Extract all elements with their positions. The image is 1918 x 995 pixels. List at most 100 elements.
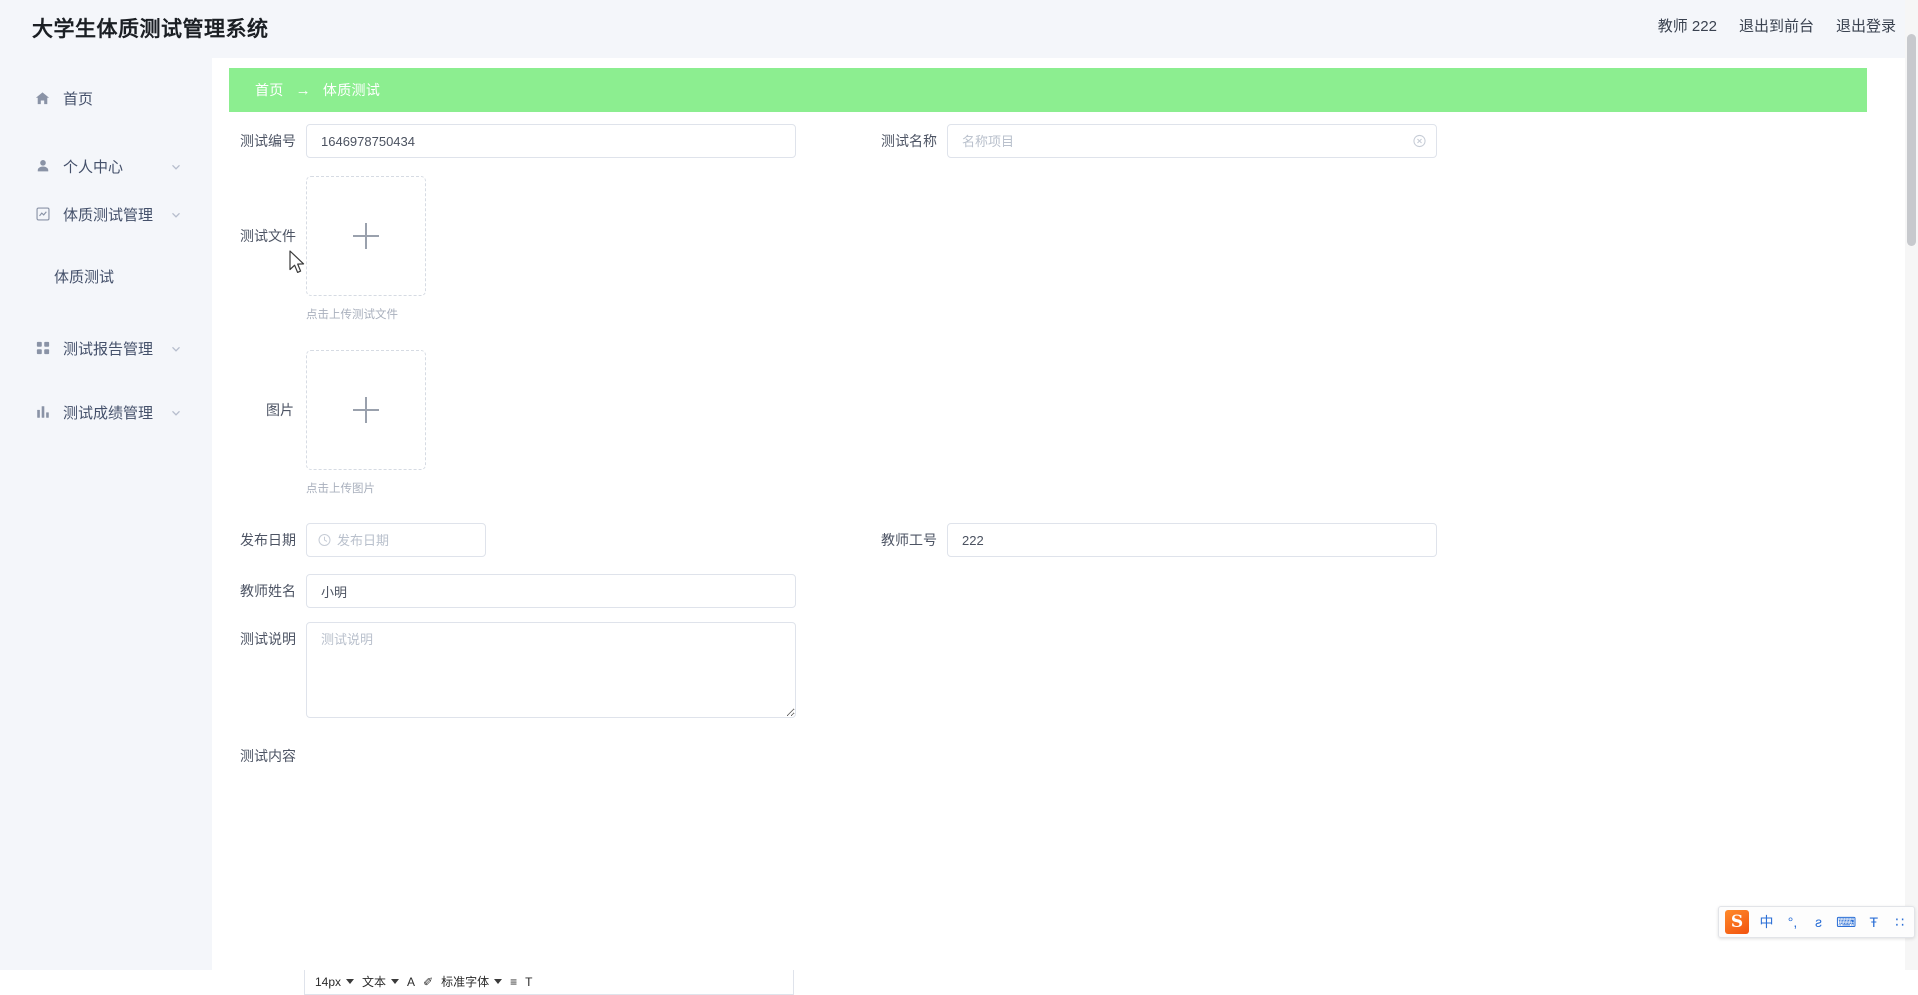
test-no-field-wrap [306,124,796,158]
publish-date-label: 发布日期 [240,523,306,557]
test-name-field-wrap [947,124,1437,158]
chevron-down-icon[interactable] [391,979,399,984]
clear-circle-icon[interactable] [1413,135,1426,148]
font-color-icon-label: A [407,975,415,989]
top-header-bar [0,0,1918,58]
home-icon [34,90,51,107]
logout-link[interactable]: 退出登录 [1836,15,1896,36]
form-row-test-no: 测试编号 [240,124,796,158]
breadcrumb: 首页 → 体质测试 [229,68,1867,112]
exit-to-frontend-link[interactable]: 退出到前台 [1739,15,1814,36]
clock-icon [318,534,331,547]
sogou-ime-toolbar: S 中 °, ƨ ⌨ Ŧ ∷ [1718,906,1915,938]
sogou-logo-icon[interactable]: S [1725,910,1749,934]
clear-format-icon[interactable]: T [525,975,532,989]
teacher-name-label: 教师姓名 [240,574,306,608]
scrollbar-thumb[interactable] [1907,34,1916,246]
page-scrollbar[interactable] [1905,0,1918,970]
test-file-upload-box[interactable] [306,176,426,296]
align-icon-label: ≡ [510,975,517,989]
test-name-input[interactable] [947,124,1437,158]
test-no-label: 测试编号 [240,124,306,158]
header-actions: 教师 222 退出到前台 退出登录 [1658,15,1896,36]
sidebar-item-test-score-mgmt-label: 测试成绩管理 [63,402,212,423]
sidebar-item-fitness-test-mgmt-label: 体质测试管理 [63,204,212,225]
editor-toolbar-row2: 14px 文本 A ✐ 标准字体 ≡ T [305,970,793,994]
chevron-down-icon[interactable] [170,160,182,172]
sidebar-subitem-fitness-test-label: 体质测试 [54,266,114,287]
plus-icon [353,223,379,249]
font-family-select[interactable]: 标准字体 [441,973,502,990]
main-content-area: 首页 → 体质测试 测试编号 测试名称 测试文件 点击上传测试文件 图片 [212,58,1918,970]
sidebar-nav: 首页 个人中心 体质测试管理 体质测试 测试报告管理 [0,58,212,970]
teacher-no-label: 教师工号 [881,523,947,557]
form-row-teacher-name: 教师姓名 [240,574,796,608]
sidebar-item-personal-center[interactable]: 个人中心 [0,142,212,190]
breadcrumb-separator-icon: → [296,82,311,99]
app-brand-title: 大学生体质测试管理系统 [32,13,269,43]
user-icon [34,158,51,175]
ime-skin-icon[interactable]: Ŧ [1865,911,1882,933]
font-size-select-label: 14px [315,975,341,989]
plus-icon [353,397,379,423]
form-row-test-content: 测试内容 [240,739,306,773]
ime-chinese-mode[interactable]: 中 [1758,911,1775,933]
test-name-label: 测试名称 [881,124,947,158]
highlight-icon-label: ✐ [423,975,433,989]
chevron-down-icon[interactable] [170,342,182,354]
bar-chart-icon [34,404,51,421]
test-content-label: 测试内容 [240,739,306,773]
teacher-no-field-wrap [947,523,1437,557]
form-row-test-file: 测试文件 点击上传测试文件 [240,176,426,322]
sidebar-item-test-report-mgmt[interactable]: 测试报告管理 [0,324,212,372]
publish-date-field-wrap [306,523,486,557]
publish-date-input[interactable] [306,523,486,557]
test-file-upload-col: 点击上传测试文件 [306,176,426,322]
current-user-label: 教师 222 [1658,15,1717,36]
picture-upload-col: 点击上传图片 [306,350,426,496]
sidebar-item-test-score-mgmt[interactable]: 测试成绩管理 [0,388,212,436]
breadcrumb-current: 体质测试 [323,80,380,100]
form-row-picture: 图片 点击上传图片 [240,350,426,496]
chevron-down-icon[interactable] [170,406,182,418]
sidebar-item-personal-center-label: 个人中心 [63,156,212,177]
sidebar-item-home-label: 首页 [63,88,212,109]
test-desc-label: 测试说明 [240,622,306,656]
clear-format-icon-label: T [525,975,532,989]
test-no-input[interactable] [306,124,796,158]
chart-icon [34,206,51,223]
highlight-icon[interactable]: ✐ [423,975,433,989]
teacher-name-field-wrap [306,574,796,608]
sidebar-item-test-report-mgmt-label: 测试报告管理 [63,338,212,359]
test-file-upload-hint: 点击上传测试文件 [306,306,426,322]
form-row-test-name: 测试名称 [881,124,1437,158]
font-color-icon[interactable]: A [407,975,415,989]
form-row-test-desc: 测试说明 [240,622,796,718]
chevron-down-icon[interactable] [170,208,182,220]
chevron-down-icon[interactable] [494,979,502,984]
breadcrumb-home[interactable]: 首页 [255,80,284,100]
text-style-select-label: 文本 [362,973,386,990]
sidebar-subitem-fitness-test[interactable]: 体质测试 [0,254,212,298]
chevron-down-icon[interactable] [346,979,354,984]
ime-soft-keyboard-icon[interactable]: ⌨ [1836,911,1856,933]
align-icon[interactable]: ≡ [510,975,517,989]
font-size-select[interactable]: 14px [315,975,354,989]
picture-upload-hint: 点击上传图片 [306,480,426,496]
sidebar-item-fitness-test-mgmt[interactable]: 体质测试管理 [0,190,212,238]
teacher-no-input[interactable] [947,523,1437,557]
teacher-name-input[interactable] [306,574,796,608]
picture-label: 图片 [240,350,306,470]
sidebar-item-home[interactable]: 首页 [0,74,212,122]
grid-icon [34,340,51,357]
font-family-select-label: 标准字体 [441,973,489,990]
test-file-label: 测试文件 [240,176,306,296]
picture-upload-box[interactable] [306,350,426,470]
ime-voice-input-icon[interactable]: ƨ [1810,911,1827,933]
text-style-select[interactable]: 文本 [362,973,399,990]
form-row-publish-date: 发布日期 [240,523,486,557]
form-row-teacher-no: 教师工号 [881,523,1437,557]
ime-punctuation[interactable]: °, [1784,911,1801,933]
ime-toolbox-icon[interactable]: ∷ [1891,911,1908,933]
test-desc-textarea[interactable] [306,622,796,718]
